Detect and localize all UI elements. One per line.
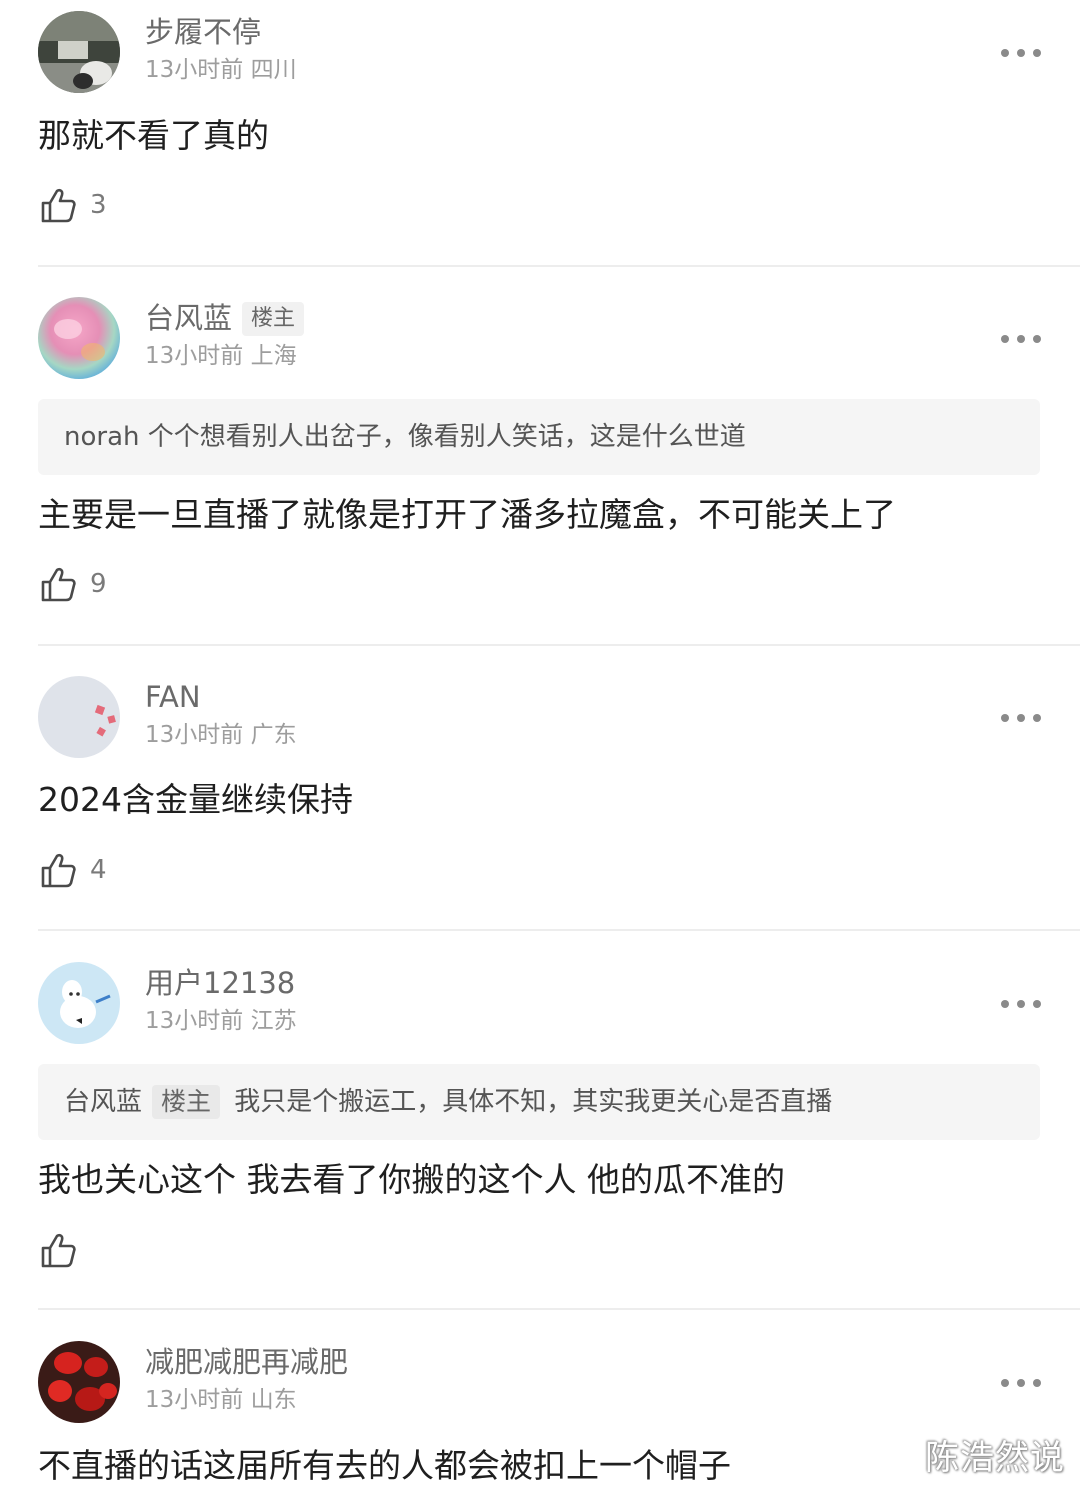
username[interactable]: 台风蓝 [145,301,232,335]
comment-meta: 13小时前 上海 [145,343,297,369]
quoted-reply[interactable]: norah 个个想看别人出岔子，像看别人笑话，这是什么世道 [38,399,1040,475]
more-dots-icon[interactable] [1001,712,1041,724]
more-dots-icon[interactable] [1001,47,1041,59]
username[interactable]: FAN [145,680,201,714]
like-count: 4 [90,855,107,885]
thumbs-up-icon [38,185,78,225]
quote-text: 个个想看别人出岔子，像看别人笑话，这是什么世道 [147,422,746,452]
comment-text: 2024含金量继续保持 [38,780,353,819]
op-badge: 楼主 [152,1085,221,1119]
more-dots-icon[interactable] [1001,998,1041,1010]
thumbs-up-icon [38,564,78,604]
divider [38,644,1080,646]
watermark: 陈浩然说 [925,1438,1065,1478]
avatar[interactable] [38,11,120,93]
avatar[interactable] [38,676,120,758]
comment-meta: 13小时前 山东 [145,1387,297,1413]
divider [38,1308,1080,1310]
avatar[interactable] [38,297,120,379]
more-dots-icon[interactable] [1001,333,1041,345]
like-button[interactable]: 9 [38,562,107,606]
quoted-reply[interactable]: 台风蓝 楼主 我只是个搬运工，具体不知，其实我更关心是否直播 [38,1064,1040,1140]
avatar[interactable] [38,962,120,1044]
username-row: 台风蓝 楼主 [145,301,305,336]
comment-text: 我也关心这个 我去看了你搬的这个人 他的瓜不准的 [38,1160,785,1199]
like-button[interactable]: 4 [38,848,107,892]
thumbs-up-icon [38,850,78,890]
comment-text: 那就不看了真的 [38,116,269,155]
quote-author: 台风蓝 [64,1087,143,1117]
like-button[interactable] [38,1228,90,1272]
comment-meta: 13小时前 江苏 [145,1008,297,1034]
thumbs-up-icon [38,1230,78,1270]
quote-text: 我只是个搬运工，具体不知，其实我更关心是否直播 [234,1087,833,1117]
divider [38,265,1080,267]
like-count: 9 [90,569,107,599]
comment-meta: 13小时前 四川 [145,57,297,83]
username[interactable]: 步履不停 [145,15,261,49]
divider [38,929,1080,931]
quote-author: norah [64,422,140,452]
username[interactable]: 用户12138 [145,966,295,1000]
username[interactable]: 减肥减肥再减肥 [145,1345,348,1379]
like-count: 3 [90,190,107,220]
like-button[interactable]: 3 [38,183,107,227]
comment-text: 主要是一旦直播了就像是打开了潘多拉魔盒，不可能关上了 [38,495,896,534]
comment-meta: 13小时前 广东 [145,722,297,748]
op-badge: 楼主 [242,302,305,336]
avatar[interactable] [38,1341,120,1423]
comment-text: 不直播的话这届所有去的人都会被扣上一个帽子 [38,1446,731,1485]
more-dots-icon[interactable] [1001,1377,1041,1389]
